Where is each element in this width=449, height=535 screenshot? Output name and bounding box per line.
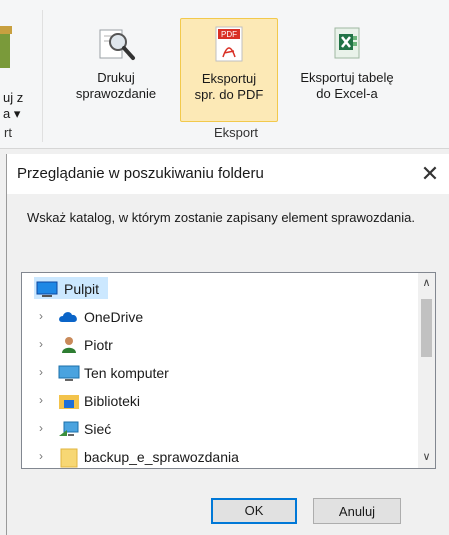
- print-preview-icon: [96, 24, 136, 64]
- tree-item-label: Ten komputer: [84, 365, 169, 381]
- dialog-title: Przeglądanie w poszukiwaniu folderu: [17, 165, 264, 182]
- dialog-titlebar[interactable]: Przeglądanie w poszukiwaniu folderu ✕: [7, 154, 449, 194]
- tree-item-siec[interactable]: › Sieć: [22, 415, 417, 443]
- print-report-line2: sprawozdanie: [75, 86, 157, 101]
- group-separator: [42, 10, 43, 142]
- scroll-down-arrow-icon[interactable]: ∨: [418, 449, 435, 466]
- pdf-icon: PDF: [211, 25, 247, 65]
- export-group-label: Eksport: [213, 125, 259, 140]
- chevron-right-icon[interactable]: ›: [39, 309, 43, 323]
- partial-ribbon-button[interactable]: uj z a ▾: [0, 18, 34, 128]
- computer-icon: [58, 364, 80, 385]
- partial-button-line1: uj z: [3, 90, 24, 105]
- print-report-line1: Drukuj: [97, 70, 135, 85]
- tree-item-piotr[interactable]: › Piotr: [22, 331, 417, 359]
- partial-button-line2: a ▾: [3, 106, 21, 121]
- tree-item-label: Biblioteki: [84, 393, 141, 409]
- export-excel-line2: do Excel-a: [316, 86, 378, 101]
- folder-tree[interactable]: Pulpit › OneDrive › Piotr › Ten komputer…: [21, 272, 436, 469]
- chevron-right-icon[interactable]: ›: [39, 421, 43, 435]
- ok-button[interactable]: OK: [211, 498, 297, 524]
- tree-item-onedrive[interactable]: › OneDrive: [22, 303, 417, 331]
- partial-icon: [0, 26, 12, 70]
- tree-item-label: Piotr: [84, 337, 113, 353]
- library-icon: [58, 392, 80, 413]
- chevron-right-icon[interactable]: ›: [39, 365, 43, 379]
- scroll-thumb[interactable]: [421, 299, 432, 357]
- pdf-icon-text: PDF: [221, 30, 237, 39]
- partial-group-label: rt: [4, 125, 12, 140]
- chevron-right-icon[interactable]: ›: [39, 449, 43, 463]
- tree-item-ten-komputer[interactable]: › Ten komputer: [22, 359, 417, 387]
- export-excel-line1: Eksportuj tabelę: [300, 70, 394, 85]
- export-pdf-line2: spr. do PDF: [194, 87, 264, 102]
- tree-item-backup[interactable]: › backup_e_sprawozdania: [22, 443, 417, 468]
- tree-item-biblioteki[interactable]: › Biblioteki: [22, 387, 417, 415]
- cancel-button[interactable]: Anuluj: [313, 498, 401, 524]
- desktop-icon: [36, 280, 58, 301]
- network-icon: [58, 420, 80, 441]
- export-pdf-button[interactable]: PDF Eksportuj spr. do PDF: [180, 18, 278, 122]
- cloud-icon: [58, 308, 80, 329]
- folder-tree-list: Pulpit › OneDrive › Piotr › Ten komputer…: [22, 273, 417, 468]
- export-pdf-line1: Eksportuj: [201, 71, 257, 86]
- folder-icon: [60, 448, 78, 468]
- print-report-button[interactable]: Drukuj sprawozdanie: [60, 18, 172, 128]
- dialog-description: Wskaż katalog, w którym zostanie zapisan…: [27, 210, 416, 225]
- tree-item-pulpit[interactable]: Pulpit: [22, 275, 417, 303]
- chevron-right-icon[interactable]: ›: [39, 337, 43, 351]
- vertical-scrollbar[interactable]: ∧ ∨: [418, 273, 435, 468]
- scroll-up-arrow-icon[interactable]: ∧: [418, 275, 435, 292]
- tree-item-label: Pulpit: [64, 281, 100, 297]
- user-icon: [60, 336, 78, 357]
- export-excel-button[interactable]: Eksportuj tabelę do Excel-a: [282, 18, 412, 128]
- chevron-right-icon[interactable]: ›: [39, 393, 43, 407]
- tree-item-label: Sieć: [84, 421, 112, 437]
- excel-icon: [329, 24, 365, 64]
- ribbon: uj z a ▾ rt Drukuj sprawozdanie PDF Eksp…: [0, 0, 449, 149]
- tree-item-label: backup_e_sprawozdania: [84, 449, 239, 465]
- browse-folder-dialog: Przeglądanie w poszukiwaniu folderu ✕ Ws…: [6, 154, 449, 535]
- tree-item-label: OneDrive: [84, 309, 144, 325]
- close-icon[interactable]: ✕: [410, 154, 449, 194]
